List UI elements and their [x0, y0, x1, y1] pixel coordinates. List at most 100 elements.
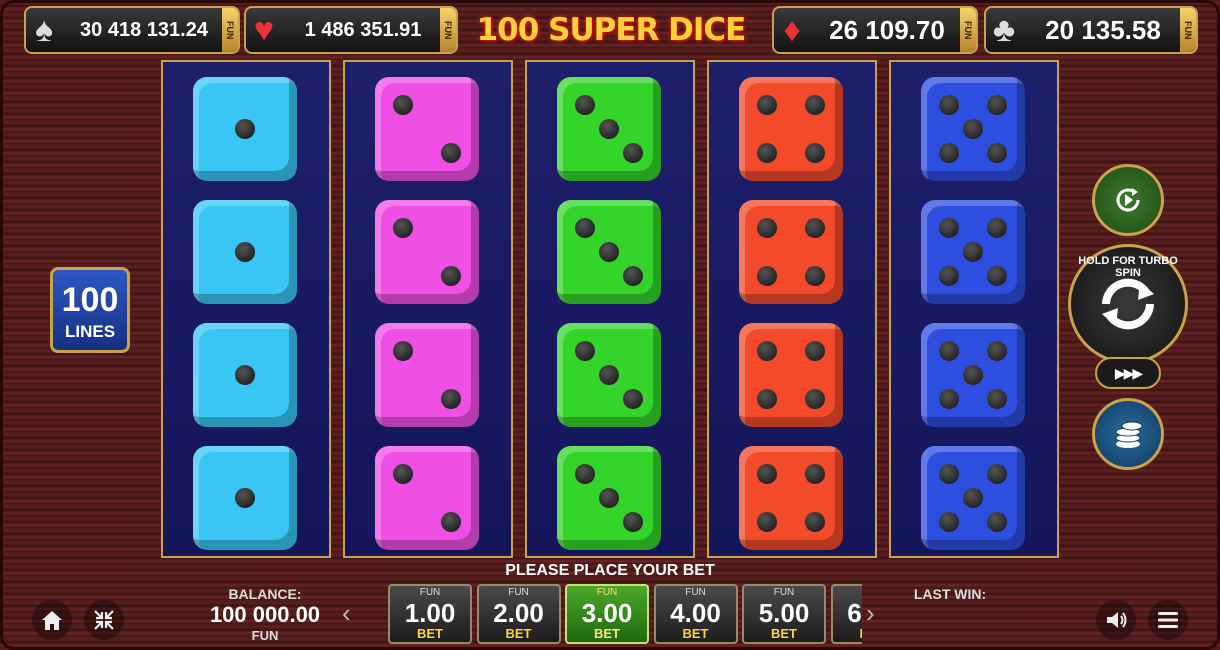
die-pip: [939, 389, 959, 409]
die-face-3: [557, 446, 661, 550]
turbo-spin-hint: HOLD FOR TURBO SPIN: [1078, 255, 1178, 279]
die-pip: [623, 266, 643, 286]
die-face-5: [921, 446, 1025, 550]
die-pip: [393, 95, 413, 115]
die-pip: [963, 242, 983, 262]
bet-option-button[interactable]: FUN 5.00 BET: [742, 584, 826, 644]
die-pip: [963, 119, 983, 139]
die-face-4: [739, 323, 843, 427]
diamond-icon: ♦: [783, 10, 801, 49]
die-pip: [623, 389, 643, 409]
die-pip: [623, 143, 643, 163]
jackpot-spade: ♠ 30 418 131.24 FUN: [24, 6, 240, 54]
die-pip: [441, 143, 461, 163]
bottom-bar: PLEASE PLACE YOUR BET BALANCE: 100 000.0…: [0, 558, 1220, 650]
die-face-3: [557, 323, 661, 427]
die-pip: [987, 464, 1007, 484]
die-pip: [987, 95, 1007, 115]
bet-label: BET: [417, 626, 443, 641]
bet-value: 3.00: [581, 598, 633, 628]
balance-currency: FUN: [251, 628, 279, 643]
coins-icon: [1115, 421, 1143, 448]
lines-count: 100: [61, 281, 119, 319]
bet-option-button[interactable]: FUN 4.00 BET: [653, 584, 738, 644]
bet-value: 1.00: [404, 598, 456, 628]
die-pip: [393, 218, 413, 238]
speaker-icon: [1107, 612, 1127, 628]
die-pip: [757, 218, 777, 238]
die-face-4: [739, 446, 843, 550]
die-face-4: [739, 200, 843, 304]
jackpot-currency: FUN: [960, 8, 976, 52]
die-pip: [939, 143, 959, 163]
die-pip: [805, 266, 825, 286]
jackpot-amount: 26 109.70: [829, 14, 945, 45]
bet-label: BET: [682, 626, 709, 641]
jackpot-club: ♣ 20 135.58 FUN: [984, 6, 1198, 54]
heart-icon: ♥: [253, 10, 275, 49]
bet-option-button[interactable]: FUN 1.00 BET: [388, 584, 472, 644]
bet-option-button[interactable]: FUN 2.00 BET: [476, 584, 561, 644]
bet-scroll-left[interactable]: ‹: [342, 598, 351, 629]
jackpot-bar: ♠ 30 418 131.24 FUN ♥ 1 486 351.91 FUN 1…: [0, 0, 1220, 60]
jackpot-amount: 1 486 351.91: [304, 18, 422, 41]
bet-settings-button[interactable]: [1092, 398, 1164, 470]
die-pip: [987, 218, 1007, 238]
bet-value: 4.00: [670, 598, 721, 628]
hamburger-menu-icon: [1158, 612, 1178, 628]
jackpot-currency: FUN: [440, 8, 456, 52]
sound-button[interactable]: [1096, 600, 1136, 640]
die-face-5: [921, 200, 1025, 304]
jackpot-amount: 30 418 131.24: [80, 18, 208, 41]
die-pip: [805, 512, 825, 532]
reel-4: [707, 60, 877, 558]
turbo-toggle[interactable]: ▶▶▶: [1095, 357, 1161, 389]
bet-label: BET: [833, 626, 863, 642]
die-pip: [939, 218, 959, 238]
jackpot-heart: ♥ 1 486 351.91 FUN: [244, 6, 458, 54]
die-face-5: [921, 77, 1025, 181]
die-pip: [441, 266, 461, 286]
jackpot-diamond: ♦ 26 109.70 FUN: [772, 6, 978, 54]
die-pip: [757, 464, 777, 484]
autoplay-button[interactable]: [1092, 164, 1164, 236]
bet-option-button[interactable]: FUN 3.00 BET: [565, 584, 649, 644]
die-pip: [963, 365, 983, 385]
minimize-button[interactable]: [84, 600, 124, 640]
die-face-1: [193, 446, 297, 550]
die-pip: [235, 488, 255, 508]
die-pip: [939, 266, 959, 286]
bet-label: BET: [505, 626, 532, 641]
die-pip: [599, 242, 619, 262]
die-pip: [393, 464, 413, 484]
bet-value: 6.00: [847, 598, 862, 628]
die-pip: [623, 512, 643, 532]
jackpot-currency: FUN: [1180, 8, 1196, 52]
die-face-2: [375, 77, 479, 181]
die-pip: [757, 266, 777, 286]
die-pip: [939, 95, 959, 115]
die-pip: [575, 95, 595, 115]
die-pip: [575, 341, 595, 361]
spin-button[interactable]: HOLD FOR TURBO SPIN: [1068, 244, 1188, 364]
die-face-2: [375, 323, 479, 427]
die-pip: [963, 488, 983, 508]
bet-options: FUN 1.00 BET FUN 2.00 BET FUN 3.00 BET FUN 4.00 BET…: [386, 582, 862, 648]
die-face-2: [375, 446, 479, 550]
reel-1: [161, 60, 331, 558]
die-pip: [393, 341, 413, 361]
autoplay-icon: [1116, 188, 1140, 212]
reel-3: [525, 60, 695, 558]
die-pip: [575, 464, 595, 484]
die-pip: [805, 218, 825, 238]
menu-button[interactable]: [1148, 600, 1188, 640]
die-pip: [805, 95, 825, 115]
die-face-3: [557, 77, 661, 181]
bet-option-button[interactable]: FUN6.00BET: [830, 584, 863, 644]
bet-scroll-right[interactable]: ›: [866, 598, 875, 629]
home-button[interactable]: [32, 600, 72, 640]
lines-badge: 100 LINES: [50, 267, 130, 353]
die-pip: [805, 464, 825, 484]
die-face-5: [921, 323, 1025, 427]
die-face-3: [557, 200, 661, 304]
